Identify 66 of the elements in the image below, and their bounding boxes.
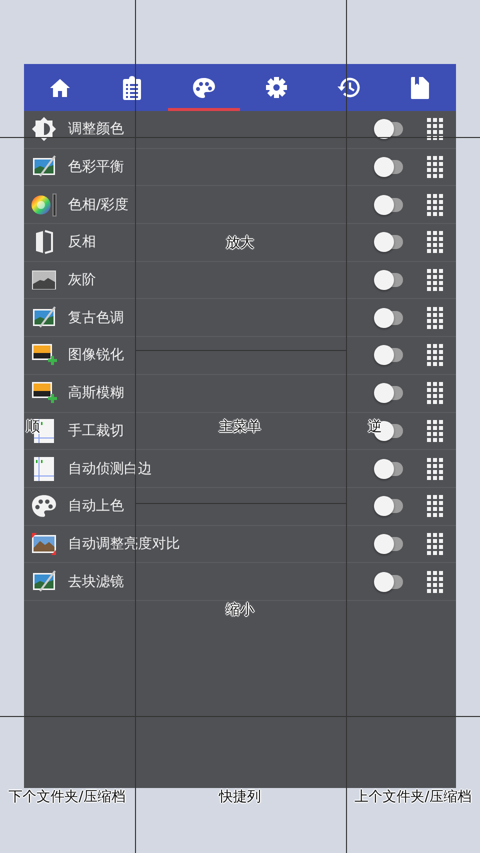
drag-handle-icon[interactable] bbox=[427, 118, 443, 140]
filter-label: 自动调整亮度对比 bbox=[68, 534, 180, 553]
filter-label: 反相 bbox=[68, 233, 96, 252]
filter-label: 调整颜色 bbox=[68, 120, 124, 138]
toggle-switch[interactable] bbox=[377, 198, 403, 212]
picture-brush-icon bbox=[32, 570, 56, 594]
brightness-icon bbox=[32, 117, 56, 142]
filter-row[interactable]: 复古色调 bbox=[24, 299, 456, 338]
filter-label: 高斯模糊 bbox=[68, 384, 124, 402]
history-icon bbox=[336, 77, 360, 98]
filter-label: 灰阶 bbox=[68, 271, 96, 290]
filter-label: 自动上色 bbox=[68, 497, 124, 516]
drag-handle-icon[interactable] bbox=[427, 231, 443, 254]
toggle-switch[interactable] bbox=[377, 160, 403, 174]
filter-row[interactable]: 灰阶 bbox=[24, 262, 456, 300]
drag-handle-icon[interactable] bbox=[427, 532, 443, 555]
page-guides-icon bbox=[33, 456, 55, 482]
tap-zone-label: 下个文件夹/压缩档 bbox=[8, 788, 126, 806]
tap-zone-label: 上个文件夹/压缩档 bbox=[354, 788, 472, 806]
filter-row[interactable]: 高斯模糊 bbox=[24, 374, 456, 412]
filter-row[interactable]: 去块滤镜 bbox=[24, 563, 456, 601]
drag-handle-icon[interactable] bbox=[427, 344, 443, 366]
filter-row[interactable]: 色彩平衡 bbox=[24, 148, 456, 186]
drag-handle-icon[interactable] bbox=[427, 420, 443, 442]
grayscale-picture-icon bbox=[32, 270, 56, 290]
toggle-switch[interactable] bbox=[377, 122, 403, 136]
drag-handle-icon[interactable] bbox=[427, 156, 443, 178]
filter-label: 复古色调 bbox=[68, 308, 124, 327]
tap-zone-label: 缩小 bbox=[226, 601, 254, 619]
palette-icon bbox=[193, 78, 215, 98]
palette-icon bbox=[32, 495, 56, 518]
drag-handle-icon[interactable] bbox=[427, 570, 443, 593]
filter-row[interactable]: 色相/彩度 bbox=[24, 186, 456, 224]
filter-label: 图像锐化 bbox=[68, 346, 124, 364]
toggle-switch[interactable] bbox=[377, 235, 403, 250]
invert-icon bbox=[34, 230, 54, 254]
drag-handle-icon[interactable] bbox=[427, 495, 443, 518]
toggle-switch[interactable] bbox=[377, 273, 403, 288]
toggle-switch[interactable] bbox=[377, 536, 403, 551]
toggle-switch[interactable] bbox=[377, 462, 403, 476]
drag-handle-icon[interactable] bbox=[427, 458, 443, 480]
toggle-switch[interactable] bbox=[377, 310, 403, 325]
tap-zone-label: 主菜单 bbox=[219, 418, 261, 436]
filter-row[interactable]: 自动调整亮度对比 bbox=[24, 526, 456, 564]
home-icon bbox=[49, 78, 71, 98]
tap-zone-label: 放大 bbox=[226, 234, 254, 252]
filter-label: 色彩平衡 bbox=[68, 158, 124, 176]
toggle-switch[interactable] bbox=[377, 348, 403, 362]
toggle-switch[interactable] bbox=[377, 499, 403, 514]
landscape-picture-icon bbox=[31, 532, 57, 556]
toggle-switch[interactable] bbox=[377, 574, 403, 589]
drag-handle-icon[interactable] bbox=[427, 382, 443, 404]
filter-label: 去块滤镜 bbox=[68, 572, 124, 591]
picture-brush-icon bbox=[32, 155, 56, 180]
color-wheel-icon bbox=[31, 192, 57, 217]
document-bookmark-icon bbox=[411, 76, 429, 98]
tap-zone-label: 快捷列 bbox=[219, 788, 261, 806]
drag-handle-icon[interactable] bbox=[427, 269, 443, 292]
filter-label: 色相/彩度 bbox=[68, 196, 129, 214]
filter-label: 手工裁切 bbox=[68, 422, 124, 440]
clipboard-icon bbox=[123, 76, 141, 100]
drag-handle-icon[interactable] bbox=[427, 306, 443, 329]
picture-brush-icon bbox=[32, 306, 56, 330]
settings-icon bbox=[266, 77, 286, 98]
drag-handle-icon[interactable] bbox=[427, 194, 443, 216]
toggle-switch[interactable] bbox=[377, 386, 403, 400]
